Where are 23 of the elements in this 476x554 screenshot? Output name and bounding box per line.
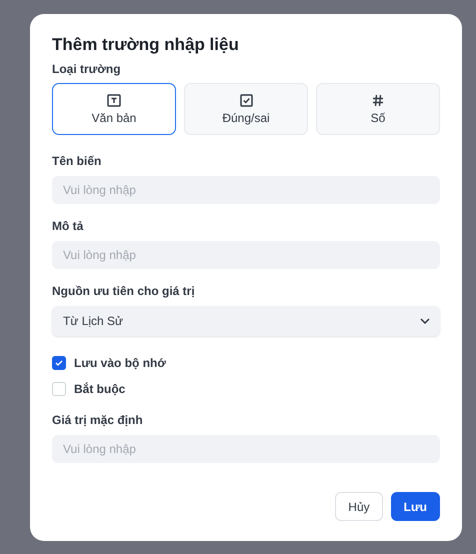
field-label: Giá trị mặc định xyxy=(52,412,144,428)
cancel-button[interactable]: Hủy xyxy=(335,492,383,521)
save-button[interactable]: Lưu xyxy=(390,492,440,521)
hash-icon xyxy=(372,94,384,106)
dialog-title: Thêm trường nhập liệu xyxy=(52,34,240,56)
field-type-option[interactable]: Đúng/sai xyxy=(184,83,308,135)
input-field[interactable]: Vui lòng nhập xyxy=(52,435,440,463)
input-field[interactable]: Vui lòng nhập xyxy=(52,241,440,269)
checkbox-icon xyxy=(240,94,252,106)
field-label: Mô tả xyxy=(52,218,84,234)
text-icon xyxy=(107,94,121,106)
checkbox-label: Bắt buộc xyxy=(74,382,126,396)
field-type-option[interactable]: Số xyxy=(316,83,440,135)
input-field[interactable]: Vui lòng nhập xyxy=(52,176,440,204)
checkbox[interactable] xyxy=(52,356,66,370)
checkmark-icon xyxy=(55,360,63,366)
field-label: Loại trường xyxy=(52,61,122,77)
field-label: Nguồn ưu tiên cho giá trị xyxy=(52,283,196,299)
field-label: Tên biến xyxy=(52,153,102,169)
select-field[interactable]: Từ Lịch Sử xyxy=(52,306,440,336)
chevron-down-icon xyxy=(420,318,430,324)
checkbox-label: Lưu vào bộ nhớ xyxy=(74,356,166,370)
field-type-option[interactable]: Văn bản xyxy=(52,83,176,135)
